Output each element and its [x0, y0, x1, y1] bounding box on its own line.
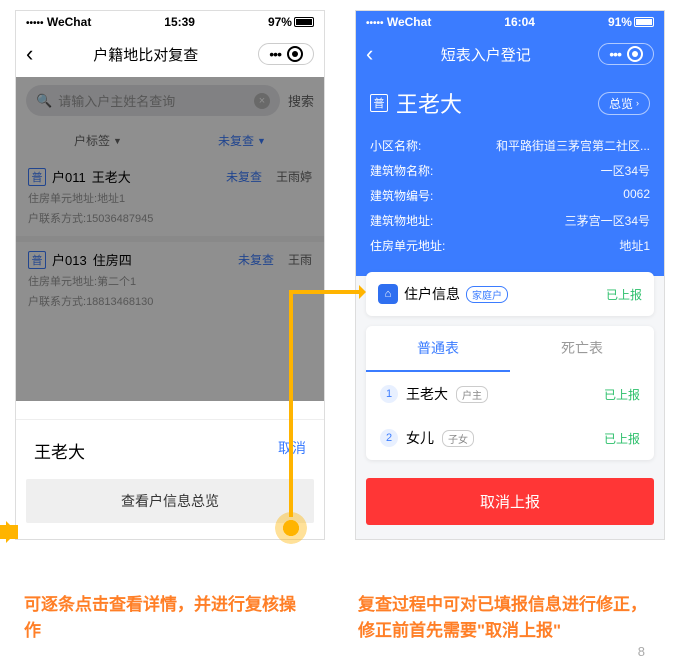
- nav-bar: 短表入户登记: [356, 33, 664, 75]
- member-name: 女儿: [406, 428, 434, 448]
- phone-right: WeChat 16:04 91% 短表入户登记 普 王老大 总览› 小区名称:和…: [355, 10, 665, 540]
- back-icon[interactable]: [366, 41, 373, 67]
- page-number: 8: [638, 644, 645, 659]
- status-time: 16:04: [504, 15, 535, 29]
- view-overview-button[interactable]: 查看户信息总览: [26, 479, 314, 523]
- member-name: 王老大: [406, 384, 448, 404]
- battery-icon: [634, 17, 654, 27]
- member-index: 2: [380, 429, 398, 447]
- more-icon: [269, 46, 281, 62]
- field-community: 小区名称:和平路街道三茅宫第二社区...: [370, 133, 650, 158]
- household-name: 王老大: [396, 87, 462, 119]
- member-index: 1: [380, 385, 398, 403]
- household-info-card[interactable]: ⌂ 住户信息 家庭户 已上报: [366, 272, 654, 316]
- modal-backdrop[interactable]: [16, 77, 324, 401]
- battery-pct: 97%: [268, 15, 292, 29]
- phone-left: WeChat 15:39 97% 户籍地比对复查 🔍 请输入户主姓名查询 × 搜…: [15, 10, 325, 540]
- member-status: 已上报: [604, 430, 640, 447]
- carrier-label: WeChat: [387, 15, 431, 29]
- field-building-code: 建筑物编号:0062: [370, 183, 650, 208]
- card-title: 住户信息: [404, 284, 460, 304]
- status-bar: WeChat 16:04 91%: [356, 11, 664, 33]
- member-row[interactable]: 2 女儿 子女 已上报: [366, 416, 654, 460]
- field-unit-addr: 住房单元地址:地址1: [370, 233, 650, 258]
- carrier-label: WeChat: [47, 15, 91, 29]
- close-icon: [627, 46, 643, 62]
- household-type-tag: 家庭户: [466, 286, 508, 303]
- signal-icon: [366, 15, 384, 29]
- status-time: 15:39: [164, 15, 195, 29]
- home-icon: ⌂: [378, 284, 398, 304]
- header-info: 普 王老大 总览› 小区名称:和平路街道三茅宫第二社区... 建筑物名称:一区3…: [356, 75, 664, 276]
- battery-icon: [294, 17, 314, 27]
- page-title: 短表入户登记: [373, 44, 598, 65]
- member-status: 已上报: [604, 386, 640, 403]
- miniapp-menu[interactable]: [258, 43, 314, 65]
- cancel-report-button[interactable]: 取消上报: [366, 478, 654, 525]
- field-building-name: 建筑物名称:一区34号: [370, 158, 650, 183]
- tab-row: 普通表 死亡表: [366, 326, 654, 372]
- member-row[interactable]: 1 王老大 户主 已上报: [366, 372, 654, 416]
- miniapp-menu[interactable]: [598, 43, 654, 65]
- overview-button[interactable]: 总览›: [598, 92, 650, 115]
- field-building-addr: 建筑物地址:三茅宫一区34号: [370, 208, 650, 233]
- page-title: 户籍地比对复查: [33, 44, 258, 65]
- arrow-annotation: [0, 525, 18, 539]
- report-status: 已上报: [606, 286, 642, 303]
- more-icon: [609, 46, 621, 62]
- battery-pct: 91%: [608, 15, 632, 29]
- member-role: 子女: [442, 430, 474, 447]
- connector-arrow: [289, 290, 363, 294]
- pu-badge: 普: [370, 94, 388, 112]
- caption-right: 复查过程中可对已填报信息进行修正，修正前首先需要"取消上报": [358, 592, 658, 643]
- signal-icon: [26, 15, 44, 29]
- members-card: 普通表 死亡表 1 王老大 户主 已上报 2 女儿 子女 已上报: [366, 326, 654, 460]
- member-role: 户主: [456, 386, 488, 403]
- caption-left: 可逐条点击查看详情，并进行复核操作: [24, 592, 304, 643]
- tab-death[interactable]: 死亡表: [510, 326, 654, 372]
- status-bar: WeChat 15:39 97%: [16, 11, 324, 33]
- sheet-title: 王老大: [34, 438, 85, 463]
- close-icon: [287, 46, 303, 62]
- back-icon[interactable]: [26, 41, 33, 67]
- tab-normal[interactable]: 普通表: [366, 326, 510, 372]
- connector-line: [289, 293, 293, 517]
- nav-bar: 户籍地比对复查: [16, 33, 324, 75]
